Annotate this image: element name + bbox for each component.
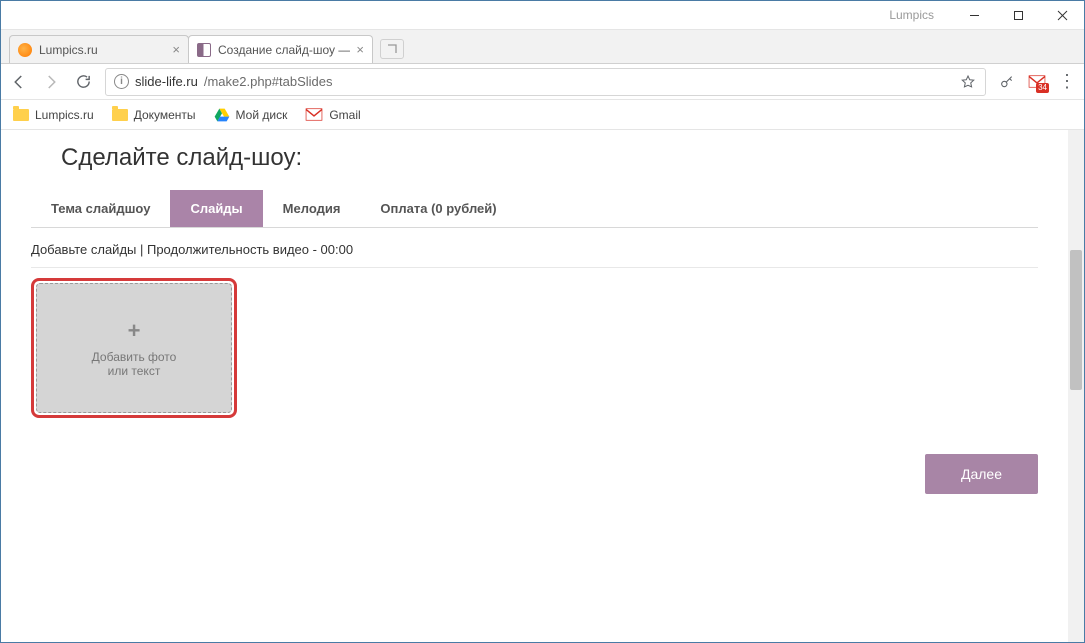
bookmark-label: Lumpics.ru: [35, 108, 94, 122]
add-slide-line1: Добавить фото: [92, 350, 177, 364]
close-tab-icon[interactable]: ×: [172, 43, 180, 56]
bookmark-drive[interactable]: Мой диск: [214, 108, 288, 122]
gmail-badge-count: 34: [1036, 83, 1049, 93]
next-row: Далее: [31, 454, 1038, 494]
bookmark-star-icon[interactable]: [959, 73, 977, 91]
bookmark-lumpics[interactable]: Lumpics.ru: [13, 108, 94, 122]
reload-button[interactable]: [73, 72, 93, 92]
page-content: Сделайте слайд-шоу: Тема слайдшоу Слайды…: [1, 130, 1068, 642]
new-tab-button[interactable]: [380, 39, 404, 59]
folder-icon: [112, 109, 128, 121]
tab-title: Создание слайд-шоу —: [218, 43, 350, 57]
window: Lumpics Lumpics.ru × Создание слайд-шоу …: [0, 0, 1085, 643]
browser-toolbar: i slide-life.ru/make2.php#tabSlides 34 ⋮: [1, 64, 1084, 100]
add-slide-highlight: + Добавить фото или текст: [31, 278, 237, 418]
site-icon: [197, 43, 211, 57]
maximize-button[interactable]: [996, 1, 1040, 30]
browser-tab-slideshow[interactable]: Создание слайд-шоу — ×: [188, 35, 373, 63]
folder-icon: [13, 109, 29, 121]
tab-title: Lumpics.ru: [39, 43, 166, 57]
address-bar[interactable]: i slide-life.ru/make2.php#tabSlides: [105, 68, 986, 96]
key-icon[interactable]: [998, 73, 1016, 91]
url-host: slide-life.ru: [135, 74, 198, 89]
browser-menu-button[interactable]: ⋮: [1058, 73, 1076, 91]
bookmark-label: Документы: [134, 108, 196, 122]
drive-icon: [214, 108, 230, 122]
bookmark-label: Gmail: [329, 108, 360, 122]
tab-slides[interactable]: Слайды: [170, 190, 262, 227]
vertical-scrollbar[interactable]: [1068, 130, 1084, 642]
url-path: /make2.php#tabSlides: [204, 74, 333, 89]
bookmark-gmail[interactable]: Gmail: [305, 108, 360, 122]
browser-tabstrip: Lumpics.ru × Создание слайд-шоу — ×: [1, 30, 1084, 64]
add-slide-line2: или текст: [108, 364, 161, 378]
minimize-button[interactable]: [952, 1, 996, 30]
next-button[interactable]: Далее: [925, 454, 1038, 494]
slides-subline: Добавьте слайды | Продолжительность виде…: [31, 236, 1038, 268]
page-heading: Сделайте слайд-шоу:: [61, 144, 1038, 172]
add-slide-button[interactable]: + Добавить фото или текст: [36, 283, 232, 413]
close-button[interactable]: [1040, 1, 1084, 30]
window-title: Lumpics: [889, 8, 934, 22]
site-info-icon[interactable]: i: [114, 74, 129, 89]
bookmark-label: Мой диск: [236, 108, 288, 122]
tab-melody[interactable]: Мелодия: [263, 190, 361, 227]
tab-theme[interactable]: Тема слайдшоу: [31, 190, 170, 227]
scroll-thumb[interactable]: [1070, 250, 1082, 390]
bookmarks-bar: Lumpics.ru Документы Мой диск Gmail: [1, 100, 1084, 130]
tab-payment[interactable]: Оплата (0 рублей): [360, 190, 516, 227]
bookmark-documents[interactable]: Документы: [112, 108, 196, 122]
close-tab-icon[interactable]: ×: [356, 43, 364, 56]
page-tabs: Тема слайдшоу Слайды Мелодия Оплата (0 р…: [31, 190, 1038, 228]
site-icon: [18, 43, 32, 57]
gmail-icon: [305, 108, 323, 121]
browser-tab-lumpics[interactable]: Lumpics.ru ×: [9, 35, 189, 63]
os-titlebar: Lumpics: [1, 1, 1084, 30]
plus-icon: +: [128, 318, 141, 344]
viewport: Сделайте слайд-шоу: Тема слайдшоу Слайды…: [1, 130, 1084, 642]
back-button[interactable]: [9, 72, 29, 92]
forward-button[interactable]: [41, 72, 61, 92]
gmail-extension-icon[interactable]: 34: [1028, 73, 1046, 91]
